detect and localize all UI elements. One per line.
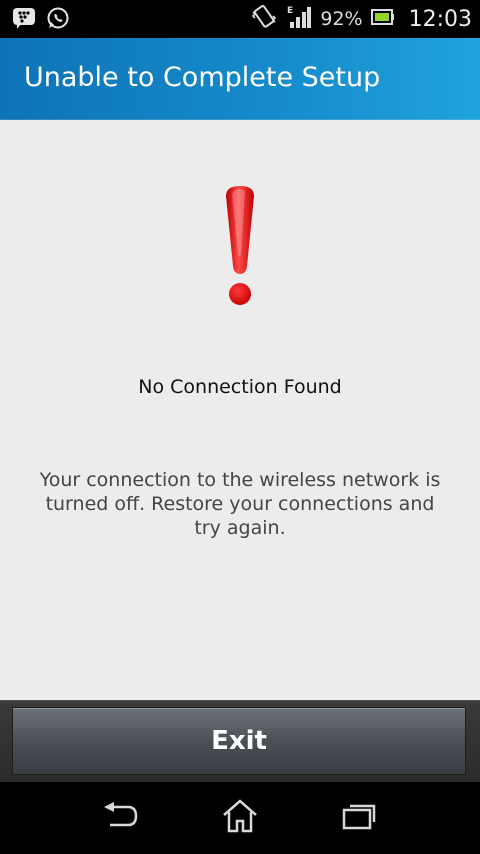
navigation-bar bbox=[0, 782, 480, 854]
battery-percent: 92% bbox=[320, 8, 363, 30]
back-button[interactable] bbox=[90, 796, 150, 840]
error-heading: No Connection Found bbox=[138, 376, 342, 398]
button-bar: Exit bbox=[0, 700, 480, 783]
error-message: Your connection to the wireless network … bbox=[39, 469, 441, 539]
page-title: Unable to Complete Setup bbox=[24, 62, 381, 93]
setup-error-screen: E 92% 12:03 Unable to Complete Setup No … bbox=[0, 0, 480, 854]
title-bar: Unable to Complete Setup bbox=[0, 38, 480, 120]
clock: 12:03 bbox=[408, 6, 472, 32]
home-icon bbox=[220, 798, 260, 838]
whatsapp-icon bbox=[46, 6, 70, 34]
recent-apps-icon bbox=[340, 800, 380, 836]
error-content: No Connection Found Your connection to t… bbox=[0, 120, 480, 700]
exit-button[interactable]: Exit bbox=[12, 707, 466, 775]
vibrate-icon bbox=[250, 4, 278, 34]
blackberry-messenger-icon bbox=[12, 6, 36, 34]
svg-text:E: E bbox=[287, 6, 293, 16]
status-bar: E 92% 12:03 bbox=[0, 0, 480, 38]
back-icon bbox=[100, 801, 140, 835]
battery-icon bbox=[370, 8, 395, 30]
signal-edge-icon: E bbox=[286, 4, 312, 34]
home-button[interactable] bbox=[210, 796, 270, 840]
exclamation-icon bbox=[220, 184, 260, 308]
recent-apps-button[interactable] bbox=[330, 796, 390, 840]
